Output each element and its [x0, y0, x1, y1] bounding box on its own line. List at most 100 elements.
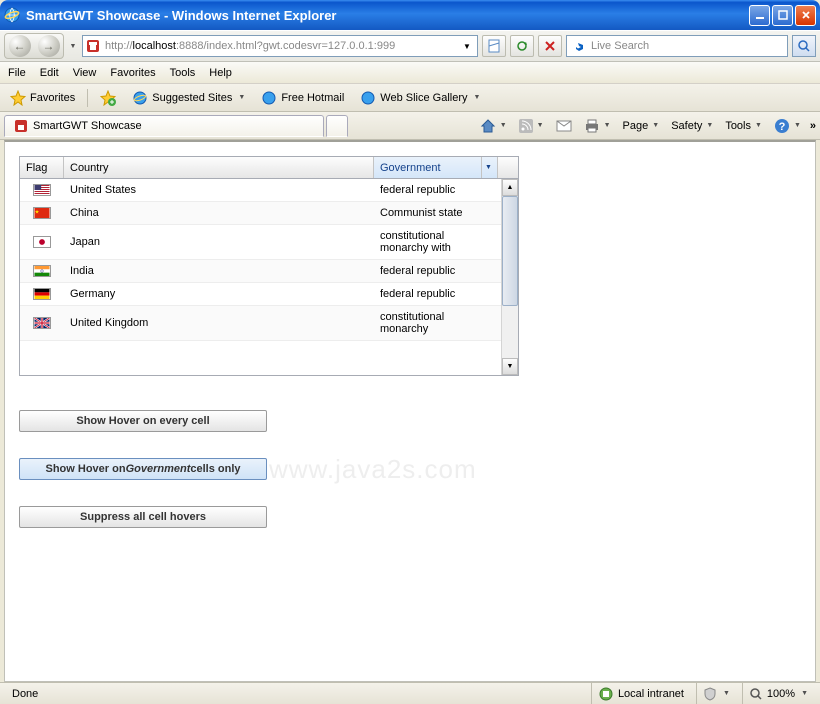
header-flag-label: Flag	[26, 162, 47, 174]
cell-flag	[20, 283, 64, 305]
star-icon	[10, 90, 26, 106]
nav-history-dropdown[interactable]: ▼	[68, 41, 78, 51]
status-zone[interactable]: Local intranet	[591, 683, 690, 704]
menu-help[interactable]: Help	[209, 67, 232, 79]
grid-body: United Statesfederal republicChinaCommun…	[20, 179, 518, 375]
separator	[87, 89, 88, 107]
print-button[interactable]: ▼	[581, 117, 614, 135]
flag-icon	[33, 207, 51, 219]
browser-tab[interactable]: SmartGWT Showcase	[4, 115, 324, 137]
menu-favorites[interactable]: Favorites	[110, 67, 155, 79]
refresh-icon	[515, 39, 529, 53]
feeds-button[interactable]: ▼	[516, 117, 547, 135]
home-button[interactable]: ▼	[477, 116, 510, 136]
chevron-down-icon: ▼	[238, 94, 245, 101]
cell-country: India	[64, 260, 374, 282]
zoom-icon	[749, 687, 763, 701]
header-menu-indicator[interactable]: ▼	[481, 157, 495, 178]
cell-flag	[20, 306, 64, 340]
tab-icon	[13, 118, 29, 134]
suppress-hovers-button[interactable]: Suppress all cell hovers	[19, 506, 267, 528]
ie-icon	[132, 90, 148, 106]
btn2-em: Government	[126, 463, 191, 475]
show-hover-government-button[interactable]: Show Hover on Government cells only	[19, 458, 267, 480]
cell-flag	[20, 179, 64, 201]
overflow-button[interactable]: »	[810, 120, 816, 132]
safety-menu[interactable]: Safety▼	[668, 118, 716, 134]
menu-view[interactable]: View	[73, 67, 97, 79]
table-row[interactable]: United Statesfederal republic	[20, 179, 501, 202]
address-bar[interactable]: http://localhost:8888/index.html?gwt.cod…	[82, 35, 478, 57]
cell-flag	[20, 202, 64, 224]
grid-scrollbar: ▲ ▼	[501, 179, 518, 375]
table-row[interactable]: Japanconstitutional monarchy with	[20, 225, 501, 260]
minimize-button[interactable]	[749, 5, 770, 26]
window-title: SmartGWT Showcase - Windows Internet Exp…	[26, 8, 747, 23]
compatibility-button[interactable]	[482, 35, 506, 57]
cell-government: constitutional monarchy	[374, 306, 498, 340]
free-hotmail-link[interactable]: Free Hotmail	[257, 88, 348, 108]
shield-icon	[703, 687, 717, 701]
mail-button[interactable]	[553, 118, 575, 134]
help-button[interactable]: ?▼	[771, 116, 804, 136]
protected-mode[interactable]: ▼	[696, 683, 736, 704]
header-flag[interactable]: Flag	[20, 157, 64, 178]
btn2-post: cells only	[190, 463, 240, 475]
cell-government: Communist state	[374, 202, 498, 224]
table-row[interactable]: Indiafederal republic	[20, 260, 501, 283]
web-slice-link[interactable]: Web Slice Gallery▼	[356, 88, 484, 108]
cell-country: United Kingdom	[64, 306, 374, 340]
menu-file[interactable]: File	[8, 67, 26, 79]
zoom-value: 100%	[767, 688, 795, 700]
page-icon	[85, 38, 101, 54]
search-bar[interactable]: Live Search	[566, 35, 788, 57]
maximize-button[interactable]	[772, 5, 793, 26]
page-menu[interactable]: Page▼	[620, 118, 663, 134]
svg-text:?: ?	[779, 121, 786, 133]
page-label: Page	[623, 120, 649, 132]
suggested-sites-link[interactable]: Suggested Sites▼	[128, 88, 249, 108]
search-button[interactable]	[792, 35, 816, 57]
tabs-bar: SmartGWT Showcase ▼ ▼ ▼ Page▼ Safety▼ To…	[0, 112, 820, 140]
watermark: www.java2s.com	[269, 454, 477, 485]
forward-button[interactable]: →	[38, 35, 60, 57]
tools-menu[interactable]: Tools▼	[722, 118, 765, 134]
new-tab-button[interactable]	[326, 115, 348, 137]
header-government[interactable]: Government ▼	[374, 157, 498, 178]
star-add-icon	[100, 90, 116, 106]
favorites-button[interactable]: Favorites	[6, 88, 79, 108]
help-icon: ?	[774, 118, 790, 134]
header-government-label: Government	[380, 162, 441, 174]
menu-edit[interactable]: Edit	[40, 67, 59, 79]
flag-icon	[33, 265, 51, 277]
stop-button[interactable]	[538, 35, 562, 57]
intranet-icon	[598, 686, 614, 702]
page-viewport: www.java2s.com Flag Country Government ▼ …	[4, 140, 816, 682]
cell-country: United States	[64, 179, 374, 201]
table-row[interactable]: ChinaCommunist state	[20, 202, 501, 225]
zoom-control[interactable]: 100%▼	[742, 683, 814, 704]
scroll-up-button[interactable]: ▲	[502, 179, 518, 196]
scroll-down-button[interactable]: ▼	[502, 358, 518, 375]
show-hover-every-cell-button[interactable]: Show Hover on every cell	[19, 410, 267, 432]
close-button[interactable]	[795, 5, 816, 26]
header-country[interactable]: Country	[64, 157, 374, 178]
tab-title: SmartGWT Showcase	[33, 120, 142, 132]
table-row[interactable]: Germanyfederal republic	[20, 283, 501, 306]
add-favorite-button[interactable]	[96, 88, 120, 108]
navigation-bar: ← → ▼ http://localhost:8888/index.html?g…	[0, 30, 820, 62]
back-button[interactable]: ←	[9, 35, 31, 57]
search-icon	[797, 39, 811, 53]
scroll-thumb[interactable]	[502, 196, 518, 306]
tools-label: Tools	[725, 120, 751, 132]
title-bar: SmartGWT Showcase - Windows Internet Exp…	[0, 0, 820, 30]
menu-tools[interactable]: Tools	[170, 67, 196, 79]
table-row[interactable]: United Kingdomconstitutional monarchy	[20, 306, 501, 341]
webslice-label: Web Slice Gallery	[380, 92, 467, 104]
country-grid: Flag Country Government ▼ United Statesfe…	[19, 156, 519, 376]
status-zone-label: Local intranet	[618, 688, 684, 700]
refresh-button[interactable]	[510, 35, 534, 57]
home-icon	[480, 118, 496, 134]
command-bar: ▼ ▼ ▼ Page▼ Safety▼ Tools▼ ?▼ »	[477, 116, 816, 136]
address-dropdown[interactable]: ▼	[459, 42, 475, 51]
